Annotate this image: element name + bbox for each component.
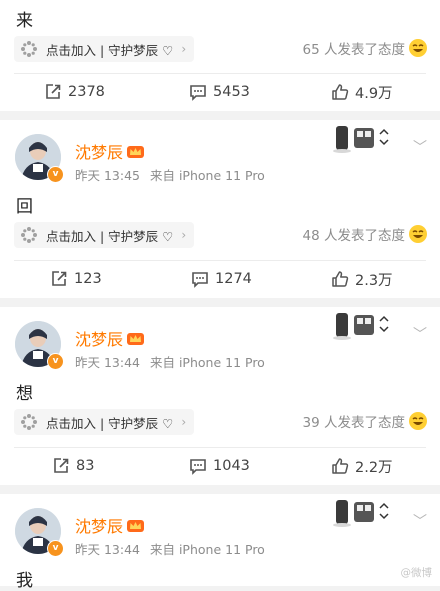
laugh-emoji-icon — [409, 225, 427, 243]
card-decoration-icon — [333, 313, 389, 340]
like-button[interactable]: 2.3万 — [331, 264, 393, 294]
chevron-down-icon[interactable]: ﹀ — [413, 324, 427, 344]
post-actions: 123 1274 2.3万 — [0, 264, 440, 294]
separator — [14, 260, 426, 261]
post-text: 来 — [16, 11, 33, 31]
post-card-2: v 沈梦辰 昨天 13:45 来自 iPhone 11 Pro ﹀ 回 点击加入… — [0, 120, 440, 298]
post-actions: 2378 5453 4.9万 — [0, 77, 440, 107]
comment-button[interactable]: 1274 — [191, 264, 252, 294]
repost-icon — [54, 458, 69, 473]
feed-divider — [0, 298, 440, 307]
follow-chip-label: 点击加入 | 守护梦辰 ♡ — [46, 228, 174, 244]
feed-divider — [0, 111, 440, 120]
comment-icon — [192, 272, 208, 288]
comment-count: 1043 — [213, 458, 250, 474]
chevron-right-icon: › — [181, 42, 187, 56]
username-text: 沈梦辰 — [75, 143, 124, 162]
comment-icon — [190, 459, 206, 475]
comment-count: 5453 — [213, 84, 250, 100]
repost-icon — [52, 271, 67, 286]
grid-icon — [20, 40, 38, 58]
reactions-summary[interactable]: 48 人发表了态度 — [303, 224, 428, 244]
crown-icon — [127, 146, 145, 158]
like-button[interactable]: 2.2万 — [331, 451, 393, 481]
feed-divider — [0, 485, 440, 494]
username[interactable]: 沈梦辰 — [75, 513, 145, 537]
username-text: 沈梦辰 — [75, 517, 124, 536]
reactions-summary[interactable]: 39 人发表了态度 — [303, 411, 428, 431]
repost-count: 2378 — [68, 84, 105, 100]
laugh-emoji-icon — [409, 39, 427, 57]
repost-button[interactable]: 2378 — [44, 77, 105, 107]
verified-badge: v — [47, 166, 64, 183]
chevron-right-icon: › — [181, 415, 187, 429]
crown-icon — [127, 333, 145, 345]
reactions-text: 48 人发表了态度 — [302, 228, 405, 244]
post-source[interactable]: 来自 iPhone 11 Pro — [150, 355, 265, 370]
reactions-text: 65 人发表了态度 — [302, 42, 405, 58]
post-time: 昨天 13:44 — [75, 355, 140, 370]
follow-chip[interactable]: 点击加入 | 守护梦辰 ♡ › — [14, 409, 195, 435]
grid-icon — [20, 413, 38, 431]
like-icon — [332, 271, 349, 287]
like-count: 2.2万 — [355, 459, 393, 476]
follow-chip-label: 点击加入 | 守护梦辰 ♡ — [46, 42, 174, 58]
watermark: @微博 — [400, 567, 433, 579]
reactions-text: 39 人发表了态度 — [302, 415, 405, 431]
post-text: 想 — [16, 384, 33, 404]
username-text: 沈梦辰 — [75, 330, 124, 349]
comment-icon — [190, 85, 206, 101]
comment-button[interactable]: 1043 — [189, 451, 250, 481]
verified-badge: v — [47, 353, 64, 370]
post-time: 昨天 13:44 — [75, 542, 140, 557]
post-actions: 83 1043 2.2万 — [0, 451, 440, 481]
post-text: 我 — [16, 571, 33, 591]
post-text: 回 — [16, 197, 33, 217]
post-card-3: v 沈梦辰 昨天 13:44 来自 iPhone 11 Pro ﹀ 想 点击加入… — [0, 307, 440, 485]
chevron-right-icon: › — [181, 228, 187, 242]
post-time: 昨天 13:45 — [75, 168, 140, 183]
separator — [14, 73, 426, 74]
card-decoration-icon — [333, 126, 389, 153]
username[interactable]: 沈梦辰 — [75, 326, 145, 350]
repost-button[interactable]: 123 — [50, 264, 102, 294]
repost-icon — [46, 84, 61, 99]
username[interactable]: 沈梦辰 — [75, 139, 145, 163]
laugh-emoji-icon — [409, 412, 427, 430]
crown-icon — [127, 520, 145, 532]
follow-chip[interactable]: 点击加入 | 守护梦辰 ♡ › — [14, 36, 195, 62]
follow-chip-label: 点击加入 | 守护梦辰 ♡ — [46, 415, 174, 431]
post-source[interactable]: 来自 iPhone 11 Pro — [150, 542, 265, 557]
post-meta: 昨天 13:44 来自 iPhone 11 Pro — [75, 352, 265, 371]
verified-badge: v — [47, 540, 64, 557]
repost-count: 83 — [76, 458, 95, 474]
card-decoration-icon — [333, 500, 389, 527]
like-button[interactable]: 4.9万 — [331, 77, 393, 107]
chevron-down-icon[interactable]: ﹀ — [413, 137, 427, 157]
post-card-4: v 沈梦辰 昨天 13:44 来自 iPhone 11 Pro ﹀ 我 — [0, 494, 440, 591]
post-meta: 昨天 13:45 来自 iPhone 11 Pro — [75, 165, 265, 184]
post-source[interactable]: 来自 iPhone 11 Pro — [150, 168, 265, 183]
like-count: 4.9万 — [355, 85, 393, 102]
like-count: 2.3万 — [355, 272, 393, 289]
comment-count: 1274 — [215, 271, 252, 287]
like-icon — [332, 458, 349, 474]
post-meta: 昨天 13:44 来自 iPhone 11 Pro — [75, 539, 265, 558]
like-icon — [332, 84, 349, 100]
grid-icon — [20, 226, 38, 244]
separator — [14, 447, 426, 448]
post-card-1: 来 点击加入 | 守护梦辰 ♡ › 65 人发表了态度 2378 5453 4.… — [0, 0, 440, 111]
repost-count: 123 — [74, 271, 102, 287]
follow-chip[interactable]: 点击加入 | 守护梦辰 ♡ › — [14, 222, 195, 248]
chevron-down-icon[interactable]: ﹀ — [413, 511, 427, 531]
reactions-summary[interactable]: 65 人发表了态度 — [303, 38, 428, 58]
comment-button[interactable]: 5453 — [189, 77, 250, 107]
repost-button[interactable]: 83 — [52, 451, 94, 481]
